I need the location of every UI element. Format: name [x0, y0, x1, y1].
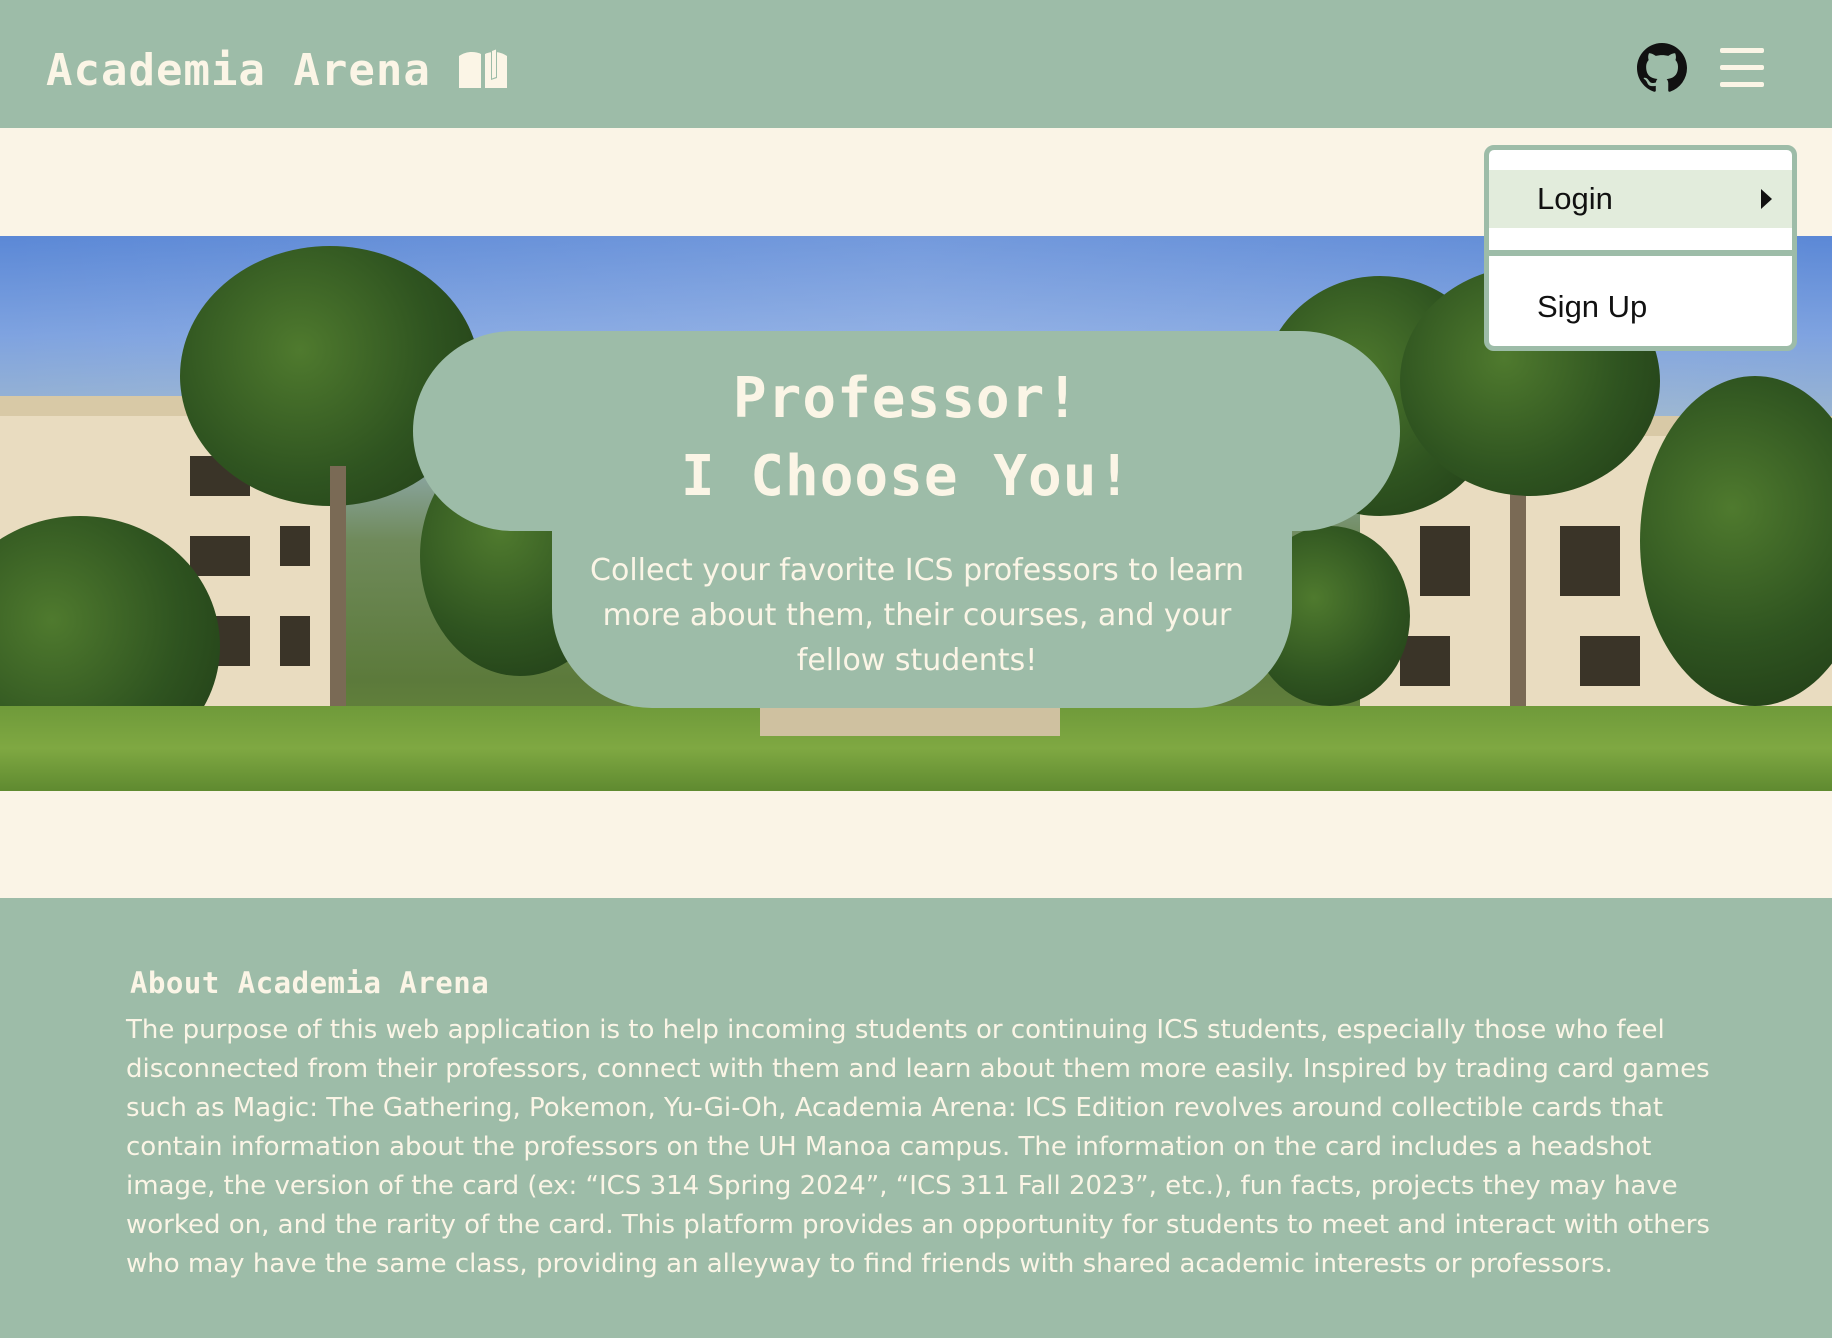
about-body: The purpose of this web application is t… [126, 1015, 1710, 1279]
nav-dropdown-menu: Login Sign Up [1484, 145, 1797, 351]
hamburger-menu-icon[interactable] [1720, 48, 1764, 88]
signup-menu-item[interactable]: Sign Up [1489, 278, 1792, 336]
hero-title-line1: Professor! [732, 366, 1081, 431]
signup-label: Sign Up [1537, 289, 1648, 324]
dropdown-divider [1489, 250, 1792, 256]
hero-subtitle: Collect your favorite ICS professors to … [590, 553, 1244, 678]
navbar: Academia Arena [0, 0, 1832, 128]
caret-right-icon [1761, 189, 1772, 209]
github-icon[interactable] [1637, 43, 1687, 93]
book-icon [458, 48, 507, 88]
login-menu-item[interactable]: Login [1489, 170, 1792, 228]
about-title: About Academia Arena [130, 966, 490, 1000]
login-label: Login [1537, 181, 1613, 216]
brand-link[interactable]: Academia Arena [46, 42, 509, 98]
brand-title: Academia Arena [46, 44, 431, 96]
hero-title: Professor! I Choose You! [413, 360, 1400, 516]
hero-title-line2: I Choose You! [680, 444, 1133, 509]
